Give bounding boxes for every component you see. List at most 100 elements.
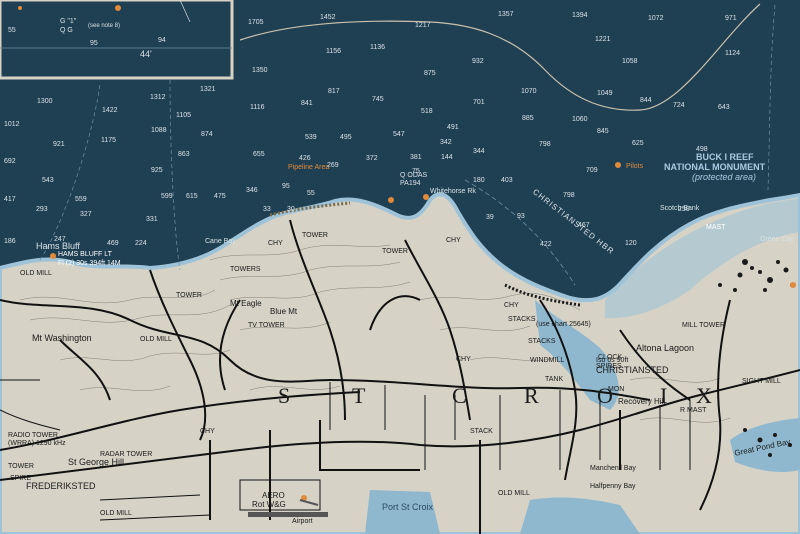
landmark-stacks-2: STACKS xyxy=(528,338,556,345)
sounding-74: 250 xyxy=(678,206,690,213)
hams-bluff-lt-detail: Fl (2) 30s 394ft 14M xyxy=(58,260,121,267)
sounding-83: 75 xyxy=(412,168,420,175)
sounding-16: 817 xyxy=(328,88,340,95)
sounding-63: 95 xyxy=(282,183,290,190)
sounding-70: 798 xyxy=(563,192,575,199)
sounding-19: 1312 xyxy=(150,94,166,101)
landmark-tower-3: TOWER xyxy=(176,292,202,299)
landmark-old-mill-2: OLD MILL xyxy=(140,336,172,343)
map-title-s: S xyxy=(278,383,293,408)
hams-bluff-label: Hams Bluff xyxy=(36,241,80,251)
sounding-69: 403 xyxy=(501,177,513,184)
sounding-7: 1221 xyxy=(595,36,611,43)
landmark-tv-tower: TV TOWER xyxy=(248,322,285,329)
manchenil-bay-label: Manchenil Bay xyxy=(590,465,636,472)
inset-qg-label: Q G xyxy=(60,27,73,34)
sounding-9: 1136 xyxy=(370,44,386,51)
sounding-58: 543 xyxy=(42,177,54,184)
sounding-8: 1156 xyxy=(326,48,342,55)
sounding-13: 1350 xyxy=(252,67,268,74)
inset-frame xyxy=(0,0,234,80)
nautical-chart[interactable]: 44' G "1" Q G (see note 8) BUCK I REEF N… xyxy=(0,0,800,534)
sounding-59: 599 xyxy=(161,193,173,200)
sounding-45: 498 xyxy=(696,146,708,153)
landmark-tower-1: TOWER xyxy=(302,232,328,239)
landmark-towers: TOWERS xyxy=(230,266,261,273)
landmark-mon: MON xyxy=(608,386,625,393)
landmark-mill-tower: MILL TOWER xyxy=(682,322,726,329)
frederiksted-label[interactable]: FREDERIKSTED xyxy=(26,482,96,491)
sounding-44: 625 xyxy=(632,140,644,147)
sounding-62: 346 xyxy=(246,187,258,194)
sounding-34: 1088 xyxy=(151,127,167,134)
sounding-67: 559 xyxy=(75,196,87,203)
landmark-mast: MAST xyxy=(706,224,726,231)
sounding-42: 342 xyxy=(440,139,452,146)
landmark-r-mast: R MAST xyxy=(680,407,707,414)
landmark-windmill: WINDMILL xyxy=(530,357,565,364)
sounding-18: 1049 xyxy=(597,90,613,97)
sounding-57: 925 xyxy=(151,167,163,174)
sounding-29: 1105 xyxy=(176,112,192,119)
sounding-2: 1394 xyxy=(572,12,588,19)
sounding-47: 863 xyxy=(178,151,190,158)
sounding-85: 93 xyxy=(517,213,525,220)
sounding-68: 180 xyxy=(473,177,485,184)
blue-mt-label: Blue Mt xyxy=(270,307,298,316)
airport-label: Airport xyxy=(292,518,313,525)
sounding-81: 33 xyxy=(263,206,271,213)
sounding-78: 224 xyxy=(135,240,147,247)
mt-eagle-label: Mt Eagle xyxy=(230,299,262,308)
landmark-chy-2: CHY xyxy=(446,237,461,244)
inset-depth-label: 44' xyxy=(140,49,152,59)
aero-detail: Rot W&G xyxy=(252,500,286,509)
landmark-stack: STACK xyxy=(470,428,493,435)
sounding-88: 94 xyxy=(158,37,166,44)
sounding-14: 875 xyxy=(424,70,436,77)
port-st-croix-label[interactable]: Port St Croix xyxy=(382,503,433,512)
sounding-50: 381 xyxy=(410,154,422,161)
landmark-stacks: STACKS xyxy=(508,316,536,323)
sounding-82: 30 xyxy=(287,206,295,213)
sounding-36: 491 xyxy=(447,124,459,131)
sounding-1: 1357 xyxy=(498,11,514,18)
sounding-71: 327 xyxy=(80,211,92,218)
sounding-12: 1124 xyxy=(725,50,741,57)
sounding-33: 1012 xyxy=(4,121,20,128)
landmark-tower-2: TOWER xyxy=(382,248,408,255)
sounding-87: 95 xyxy=(90,40,98,47)
sounding-75: 186 xyxy=(4,238,16,245)
mt-washington-label: Mt Washington xyxy=(32,333,92,343)
sounding-66: 293 xyxy=(36,206,48,213)
map-title-r: R xyxy=(524,383,541,408)
landmark-old-mill-1: OLD MILL xyxy=(20,270,52,277)
cane-bay-label: Cane Bay xyxy=(205,238,236,245)
sounding-41: 547 xyxy=(393,131,405,138)
landmark-spire: SPIRE xyxy=(10,475,32,482)
sounding-11: 1058 xyxy=(622,58,638,65)
st-george-hill-label: St George Hill xyxy=(68,457,125,467)
sounding-77: 469 xyxy=(107,240,119,247)
sounding-55: 269 xyxy=(327,162,339,169)
sounding-5: 1705 xyxy=(248,19,264,26)
map-title-t: T xyxy=(352,383,368,408)
sounding-20: 1300 xyxy=(37,98,53,105)
sounding-79: 422 xyxy=(540,241,552,248)
sounding-54: 426 xyxy=(299,155,311,162)
sounding-80: 120 xyxy=(625,240,637,247)
sounding-65: 417 xyxy=(4,196,16,203)
aero-label: AERO xyxy=(262,491,285,500)
whitehorse-label: Whitehorse Rk xyxy=(430,188,476,195)
landmark-clock: CLOCK xyxy=(598,354,623,361)
sounding-64: 55 xyxy=(307,190,315,197)
recovery-hill-label: Recovery Hill xyxy=(618,397,666,406)
national-monument-label: NATIONAL MONUMENT xyxy=(664,162,766,172)
pipeline-area-label: Pipeline Area xyxy=(288,164,330,171)
inset-gt-label: G "1" xyxy=(60,18,77,25)
halfpenny-bay-label: Halfpenny Bay xyxy=(590,483,636,490)
map-title-c: C xyxy=(452,383,469,408)
sounding-28: 1422 xyxy=(102,107,118,114)
radar-tower-label: RADAR TOWER xyxy=(100,451,153,458)
sounding-53: 692 xyxy=(4,158,16,165)
inset-note: (see note 8) xyxy=(88,23,121,29)
